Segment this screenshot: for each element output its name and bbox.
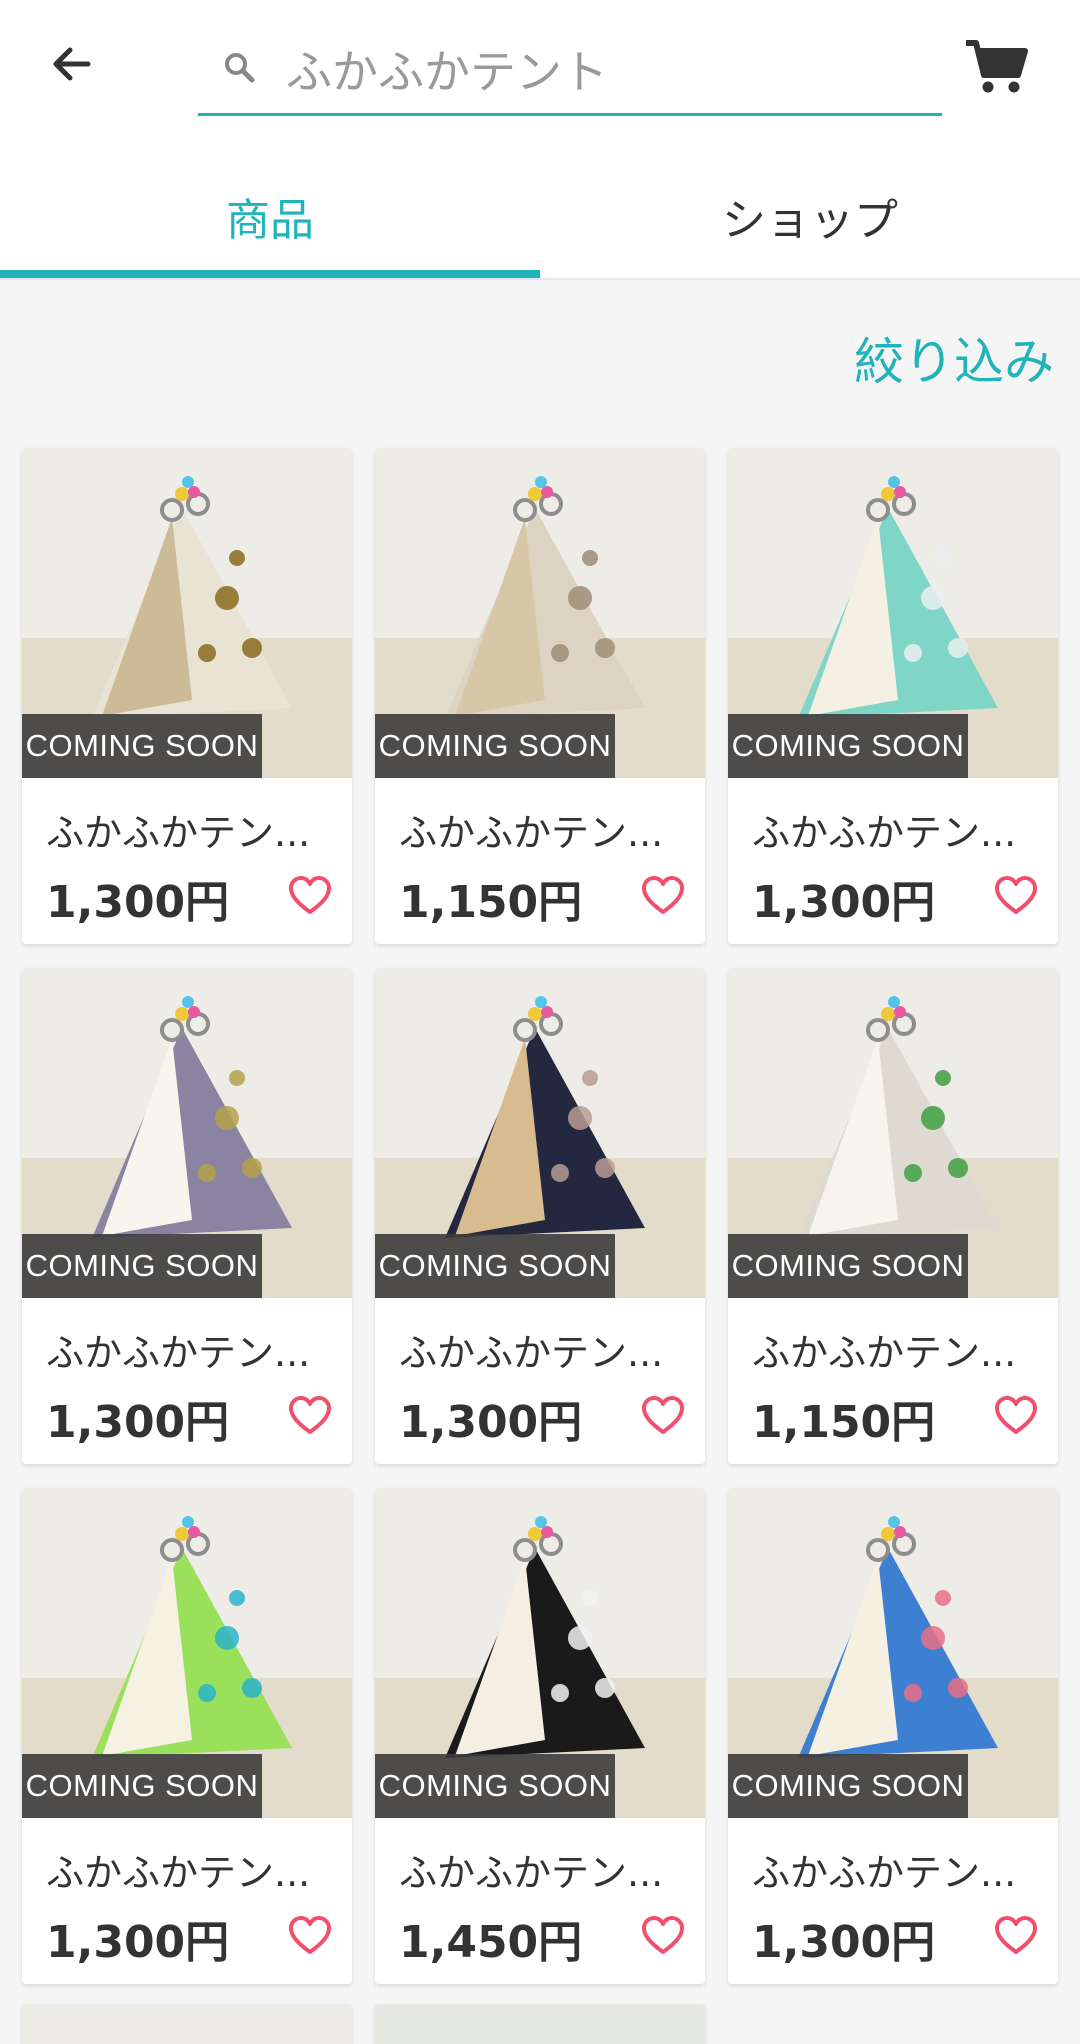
product-image[interactable]: COMING SOON <box>375 968 705 1298</box>
favorite-button[interactable] <box>286 1912 334 1960</box>
back-button[interactable] <box>38 30 106 98</box>
filter-button[interactable]: 絞り込み <box>854 322 1054 394</box>
coming-soon-badge: COMING SOON <box>375 714 615 778</box>
coming-soon-badge: COMING SOON <box>375 1754 615 1818</box>
product-image[interactable]: COMING SOON <box>22 448 352 778</box>
favorite-button[interactable] <box>639 872 687 920</box>
search-icon <box>225 53 255 83</box>
tab-products[interactable]: 商品 <box>0 150 540 278</box>
favorite-button[interactable] <box>639 1392 687 1440</box>
coming-soon-badge: COMING SOON <box>22 714 262 778</box>
product-title[interactable]: ふかふかテン... <box>46 802 336 857</box>
favorite-button[interactable] <box>992 872 1040 920</box>
favorite-button[interactable] <box>639 1912 687 1960</box>
product-image[interactable]: COMING SOON <box>22 1488 352 1818</box>
product-image[interactable]: COMING SOON <box>728 1488 1058 1818</box>
coming-soon-badge: COMING SOON <box>375 1234 615 1298</box>
heart-icon <box>995 1916 1037 1954</box>
product-card[interactable]: COMING SOON ふかふかテン... 1,300円 <box>728 1488 1058 1984</box>
product-image[interactable]: COMING SOON <box>22 968 352 1298</box>
product-price: 1,150円 <box>399 877 583 928</box>
product-card[interactable]: COMING SOON ふかふかテン... 1,300円 <box>728 448 1058 944</box>
heart-icon <box>995 876 1037 914</box>
cart-button[interactable] <box>960 32 1032 100</box>
product-card[interactable]: COMING SOON ふかふかテン... 1,300円 <box>22 448 352 944</box>
product-card[interactable]: COMING SOON ふかふかテン... 1,150円 <box>728 968 1058 1464</box>
arrow-left-icon <box>53 47 91 81</box>
heart-icon <box>289 876 331 914</box>
heart-icon <box>642 1916 684 1954</box>
product-card[interactable]: COMING SOON ふかふかテン... 1,450円 <box>375 1488 705 1984</box>
search-bar[interactable] <box>198 28 942 116</box>
coming-soon-badge: COMING SOON <box>22 1234 262 1298</box>
product-card[interactable]: COMING SOON ふかふかテン... 1,150円 <box>375 448 705 944</box>
product-title[interactable]: ふかふかテン... <box>399 1322 689 1377</box>
favorite-button[interactable] <box>286 1392 334 1440</box>
product-card[interactable]: COMING SOON ふかふかテン... 1,300円 <box>22 1488 352 1984</box>
product-title[interactable]: ふかふかテン... <box>46 1842 336 1897</box>
product-title[interactable]: ふかふかテン... <box>752 1842 1042 1897</box>
product-card[interactable]: COMING SOON ふかふかテン... 1,300円 <box>22 968 352 1464</box>
app-header: 商品 ショップ <box>0 0 1080 280</box>
favorite-button[interactable] <box>286 872 334 920</box>
search-input[interactable] <box>286 36 926 102</box>
product-price: 1,300円 <box>46 1397 230 1448</box>
product-price: 1,300円 <box>399 1397 583 1448</box>
product-card-partial[interactable] <box>22 2004 352 2044</box>
coming-soon-badge: COMING SOON <box>728 1754 968 1818</box>
product-image[interactable]: COMING SOON <box>375 1488 705 1818</box>
heart-icon <box>995 1396 1037 1434</box>
product-image[interactable]: COMING SOON <box>728 448 1058 778</box>
product-price: 1,300円 <box>752 877 936 928</box>
heart-icon <box>642 1396 684 1434</box>
product-price: 1,150円 <box>752 1397 936 1448</box>
coming-soon-badge: COMING SOON <box>22 1754 262 1818</box>
product-title[interactable]: ふかふかテン... <box>46 1322 336 1377</box>
heart-icon <box>289 1916 331 1954</box>
heart-icon <box>642 876 684 914</box>
product-title[interactable]: ふかふかテン... <box>752 1322 1042 1377</box>
tab-shops[interactable]: ショップ <box>540 150 1080 278</box>
active-tab-indicator <box>0 270 540 278</box>
product-price: 1,300円 <box>752 1917 936 1968</box>
product-price: 1,450円 <box>399 1917 583 1968</box>
favorite-button[interactable] <box>992 1912 1040 1960</box>
product-image[interactable]: COMING SOON <box>375 448 705 778</box>
product-price: 1,300円 <box>46 877 230 928</box>
coming-soon-badge: COMING SOON <box>728 1234 968 1298</box>
product-title[interactable]: ふかふかテン... <box>399 1842 689 1897</box>
product-card-partial[interactable] <box>375 2004 705 2044</box>
product-image[interactable]: COMING SOON <box>728 968 1058 1298</box>
product-card[interactable]: COMING SOON ふかふかテン... 1,300円 <box>375 968 705 1464</box>
product-title[interactable]: ふかふかテン... <box>399 802 689 857</box>
product-title[interactable]: ふかふかテン... <box>752 802 1042 857</box>
favorite-button[interactable] <box>992 1392 1040 1440</box>
heart-icon <box>289 1396 331 1434</box>
product-price: 1,300円 <box>46 1917 230 1968</box>
coming-soon-badge: COMING SOON <box>728 714 968 778</box>
product-grid: COMING SOON ふかふかテン... 1,300円 COMING SOON ふかふ… <box>22 448 1058 1984</box>
cart-icon <box>966 40 1028 93</box>
